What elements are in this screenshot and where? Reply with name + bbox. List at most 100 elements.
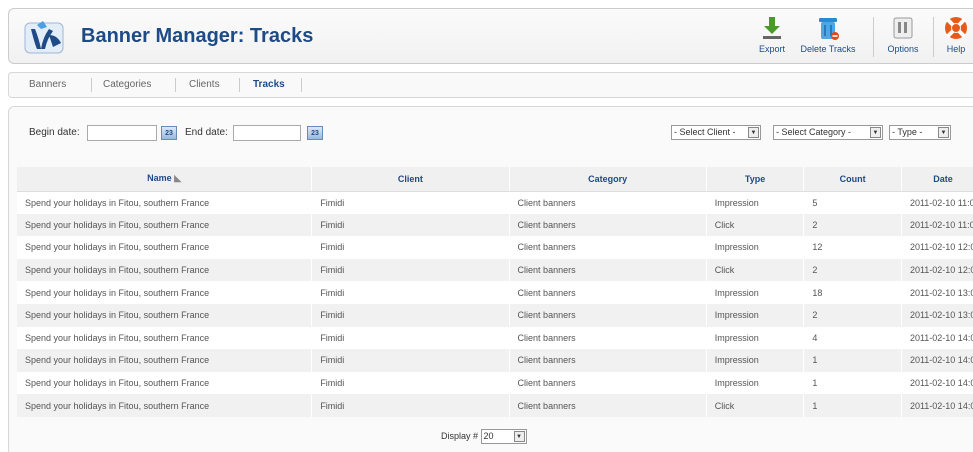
cell-type: Click: [706, 394, 805, 417]
delete-tracks-label: Delete Tracks: [800, 44, 856, 54]
table-row[interactable]: Spend your holidays in Fitou, southern F…: [17, 213, 973, 237]
table-row[interactable]: Spend your holidays in Fitou, southern F…: [17, 371, 973, 395]
cell-count: 18: [803, 281, 902, 304]
begin-date-label: Begin date:: [29, 127, 80, 138]
chevron-down-icon: ▼: [748, 127, 759, 138]
client-select[interactable]: - Select Client - ▼: [671, 125, 761, 140]
cell-date: 2011-02-10 14:00: [901, 326, 973, 350]
table-row[interactable]: Spend your holidays in Fitou, southern F…: [17, 394, 973, 417]
cell-client: Fimidi: [311, 371, 510, 395]
cell-name: Spend your holidays in Fitou, southern F…: [17, 371, 313, 395]
options-label: Options: [887, 44, 919, 54]
cell-type: Impression: [706, 191, 805, 214]
display-select[interactable]: 20 ▼: [480, 429, 527, 444]
cell-date: 2011-02-10 12:00: [901, 258, 973, 282]
end-date-input[interactable]: [233, 125, 301, 141]
cell-type: Impression: [706, 303, 805, 327]
cell-count: 5: [803, 191, 902, 214]
submenu-divider: [91, 78, 92, 92]
table-row[interactable]: Spend your holidays in Fitou, southern F…: [17, 258, 973, 282]
table-row[interactable]: Spend your holidays in Fitou, southern F…: [17, 349, 973, 372]
options-icon: [893, 17, 913, 39]
cell-category: Client banners: [509, 213, 707, 237]
cell-count: 4: [803, 326, 902, 350]
toolbar-divider: [933, 17, 934, 57]
trash-icon: [819, 18, 839, 40]
column-header-type[interactable]: Type: [706, 167, 805, 192]
cell-type: Impression: [706, 236, 805, 259]
delete-tracks-button[interactable]: Delete Tracks: [796, 13, 860, 61]
column-header-name[interactable]: Name ◣: [17, 167, 313, 192]
tracks-table-body: Spend your holidays in Fitou, southern F…: [17, 191, 973, 417]
submenu-item-banners[interactable]: Banners: [29, 79, 66, 90]
submenu-item-clients[interactable]: Clients: [189, 79, 220, 90]
column-header-category[interactable]: Category: [509, 167, 707, 192]
page-title: Banner Manager: Tracks: [81, 25, 314, 47]
cell-name: Spend your holidays in Fitou, southern F…: [17, 213, 313, 237]
type-select[interactable]: - Type - ▼: [889, 125, 951, 140]
column-header-client[interactable]: Client: [311, 167, 510, 192]
cell-category: Client banners: [509, 191, 707, 214]
table-row[interactable]: Spend your holidays in Fitou, southern F…: [17, 326, 973, 350]
cell-date: 2011-02-10 11:00: [901, 191, 973, 214]
display-select-value: 20: [483, 431, 494, 441]
submenu-item-categories[interactable]: Categories: [103, 79, 151, 90]
cell-date: 2011-02-10 12:00: [901, 236, 973, 259]
help-icon: [945, 17, 967, 39]
toolbar-header: Banner Manager: Tracks Export Delete Tra…: [8, 8, 973, 64]
cell-category: Client banners: [509, 349, 707, 372]
pager: Display # 20 ▼: [441, 429, 527, 444]
begin-calendar-icon[interactable]: 23: [161, 126, 177, 140]
table-row[interactable]: Spend your holidays in Fitou, southern F…: [17, 303, 973, 327]
chevron-down-icon: ▼: [513, 431, 525, 442]
tracks-table: Name ◣ Client Category Type Count Date S…: [17, 167, 973, 417]
cell-client: Fimidi: [311, 394, 510, 417]
cell-type: Impression: [706, 281, 805, 304]
cell-name: Spend your holidays in Fitou, southern F…: [17, 236, 313, 259]
category-select[interactable]: - Select Category - ▼: [773, 125, 883, 140]
display-label: Display #: [441, 430, 479, 441]
cell-count: 2: [803, 213, 902, 237]
cell-client: Fimidi: [311, 281, 510, 304]
help-button[interactable]: Help: [939, 13, 973, 61]
table-row[interactable]: Spend your holidays in Fitou, southern F…: [17, 281, 973, 304]
export-label: Export: [758, 44, 785, 54]
cell-date: 2011-02-10 14:00: [901, 394, 973, 417]
table-row[interactable]: Spend your holidays in Fitou, southern F…: [17, 236, 973, 259]
cell-client: Fimidi: [311, 236, 510, 259]
cell-type: Click: [706, 213, 805, 237]
cell-name: Spend your holidays in Fitou, southern F…: [17, 394, 313, 417]
cell-category: Client banners: [509, 281, 707, 304]
submenu: Banners Categories Clients Tracks: [8, 72, 973, 98]
cell-type: Impression: [706, 349, 805, 372]
end-calendar-icon[interactable]: 23: [307, 126, 323, 140]
cell-client: Fimidi: [311, 349, 510, 372]
cell-category: Client banners: [509, 258, 707, 282]
cell-category: Client banners: [509, 303, 707, 327]
cell-category: Client banners: [509, 326, 707, 350]
table-row[interactable]: Spend your holidays in Fitou, southern F…: [17, 191, 973, 214]
column-header-name-label: Name: [147, 173, 172, 184]
cell-date: 2011-02-10 14:00: [901, 371, 973, 395]
cell-category: Client banners: [509, 371, 707, 395]
cell-count: 12: [803, 236, 902, 259]
submenu-item-tracks[interactable]: Tracks: [253, 79, 285, 90]
cell-date: 2011-02-10 11:00: [901, 213, 973, 237]
table-header-row: Name ◣ Client Category Type Count Date: [17, 167, 973, 192]
column-header-count[interactable]: Count: [803, 167, 902, 192]
chevron-down-icon: ▼: [870, 127, 881, 138]
cell-count: 1: [803, 394, 902, 417]
options-button[interactable]: Options: [881, 13, 925, 61]
cell-name: Spend your holidays in Fitou, southern F…: [17, 191, 313, 214]
cell-name: Spend your holidays in Fitou, southern F…: [17, 303, 313, 327]
tracks-panel: Begin date: 23 End date: 23 - Select Cli…: [8, 106, 973, 452]
type-select-value: - Type -: [892, 127, 923, 137]
client-select-value: - Select Client -: [674, 127, 736, 137]
column-header-date[interactable]: Date: [901, 167, 973, 192]
submenu-divider: [239, 78, 240, 92]
cell-name: Spend your holidays in Fitou, southern F…: [17, 258, 313, 282]
begin-date-input[interactable]: [87, 125, 157, 141]
cell-date: 2011-02-10 14:00: [901, 349, 973, 372]
cell-count: 2: [803, 303, 902, 327]
export-button[interactable]: Export: [752, 13, 792, 61]
